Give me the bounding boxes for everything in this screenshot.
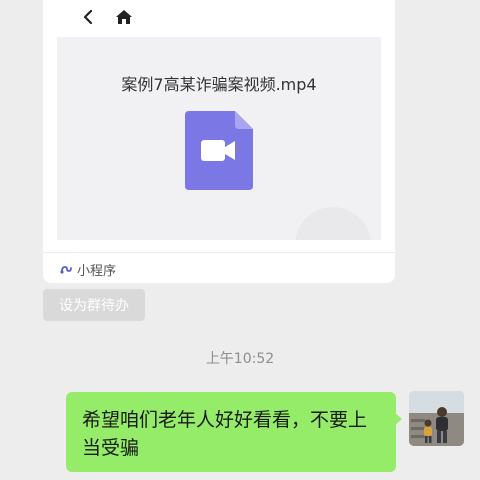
message-text: 希望咱们老年人好好看看，不要上当受骗: [82, 409, 368, 459]
mini-program-tag: 小程序: [59, 260, 117, 279]
file-name: 案例7高某诈骗案视频.mp4: [121, 75, 317, 94]
chevron-left-icon: [83, 9, 93, 25]
divider: [43, 252, 395, 253]
file-preview[interactable]: 案例7高某诈骗案视频.mp4: [57, 37, 381, 240]
card-header: [43, 0, 395, 36]
home-button[interactable]: [113, 6, 135, 28]
mini-program-label: 小程序: [77, 263, 117, 279]
back-button[interactable]: [77, 6, 99, 28]
message-bubble[interactable]: 希望咱们老年人好好看看，不要上当受骗: [66, 392, 396, 472]
bubble-tail: [394, 412, 402, 426]
shared-file-card[interactable]: 案例7高某诈骗案视频.mp4 小程序: [43, 0, 395, 283]
decorative-circle: [295, 207, 371, 240]
avatar-photo: [409, 391, 464, 446]
home-icon: [116, 10, 132, 24]
mini-program-icon: [60, 266, 72, 274]
set-group-todo-button[interactable]: 设为群待办: [43, 289, 145, 321]
message-timestamp: 上午10:52: [205, 351, 275, 367]
avatar[interactable]: [409, 391, 464, 446]
video-file-icon: [185, 111, 253, 190]
